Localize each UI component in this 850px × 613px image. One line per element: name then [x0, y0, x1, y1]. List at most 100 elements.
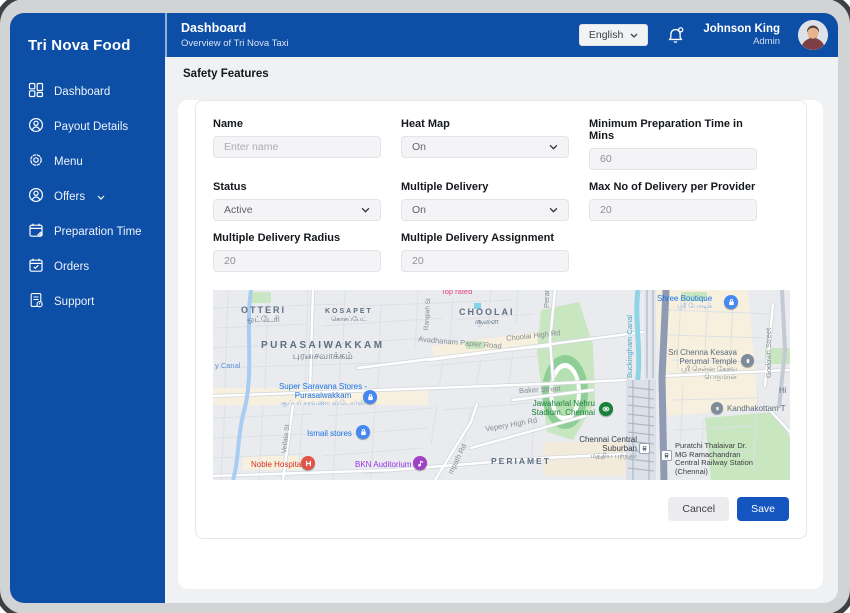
map-road-buckingham-canal: Buckingham Canal	[625, 315, 634, 378]
chevron-down-icon	[97, 191, 105, 203]
sidebar-item-offers[interactable]: Offers	[10, 179, 165, 214]
sidebar-item-payout-details[interactable]: Payout Details	[10, 109, 165, 144]
cancel-button[interactable]: Cancel	[668, 497, 730, 521]
field-heat-map: Heat Map On	[401, 118, 569, 170]
calendar-check-icon	[28, 257, 44, 276]
field-status: Status Active	[213, 181, 381, 221]
map-poi-kandhakottam: Kandhakottam T	[727, 404, 786, 413]
train-marker[interactable]	[661, 450, 672, 461]
sidebar-item-label: Payout Details	[54, 120, 129, 133]
header: Dashboard Overview of Tri Nova Taxi Engl…	[165, 13, 838, 57]
map-poi-central-station: Puratchi Thalaivar Dr. MG Ramachandran C…	[675, 441, 753, 476]
map-poi-shree-boutique: Shree Boutique ஸ்ரீ போடிக்	[657, 294, 713, 311]
chevron-down-icon	[630, 29, 638, 41]
map-road-high-rd: Hi	[779, 386, 787, 395]
heat-map-value: On	[412, 141, 427, 153]
map-area-periamet: PERIAMET	[491, 456, 551, 466]
map-poi-nehru-stadium: Jawaharlal Nehru Stadium, Chennai	[531, 399, 595, 418]
map-area-choolai: CHOOLAI சூளை	[459, 307, 515, 327]
sidebar-item-label: Menu	[54, 155, 83, 168]
header-subtitle: Overview of Tri Nova Taxi	[181, 38, 289, 49]
screenshot: Tri Nova Food Dashboard Payout Details M…	[0, 0, 850, 613]
sidebar-item-label: Orders	[54, 260, 90, 273]
chevron-down-icon	[549, 204, 558, 216]
field-delivery-radius: Multiple Delivery Radius	[213, 232, 381, 272]
shopping-bag-marker[interactable]	[724, 295, 738, 309]
dashboard-grid-icon	[28, 82, 44, 101]
heat-map-label: Heat Map	[401, 118, 450, 130]
language-dropdown[interactable]: English	[578, 24, 649, 46]
sidebar-item-menu[interactable]: Menu	[10, 144, 165, 179]
header-titles: Dashboard Overview of Tri Nova Taxi	[181, 21, 289, 49]
heat-map-select[interactable]: On	[401, 136, 569, 158]
map-area-kosapet: KOSAPET கொசப்பேட்	[325, 308, 373, 324]
train-marker[interactable]	[639, 443, 650, 454]
calendar-edit-icon	[28, 222, 44, 241]
user-name: Johnson King	[703, 22, 780, 35]
map-poi-top-rated: Top rated	[441, 290, 473, 296]
temple-marker[interactable]	[741, 354, 754, 367]
field-max-delivery: Max No of Delivery per Provider	[589, 181, 757, 221]
gear-icon	[28, 152, 44, 171]
save-button[interactable]: Save	[737, 497, 789, 521]
field-name: Name	[213, 118, 381, 170]
map-poi-ismail: Ismail stores	[307, 429, 352, 438]
support-document-icon	[28, 292, 44, 311]
notification-bell-icon[interactable]	[666, 26, 685, 45]
sidebar-item-label: Dashboard	[54, 85, 111, 98]
max-delivery-input[interactable]	[589, 199, 757, 221]
music-marker[interactable]	[413, 456, 427, 470]
map-road-canal: y Canal	[215, 361, 241, 370]
min-prep-time-input[interactable]	[589, 148, 757, 170]
hospital-marker[interactable]	[301, 456, 315, 470]
multiple-delivery-select[interactable]: On	[401, 199, 569, 221]
app-window: Tri Nova Food Dashboard Payout Details M…	[10, 13, 838, 603]
page-title: Safety Features	[183, 68, 269, 80]
map-poi-noble-hospital: Noble Hospital	[251, 460, 304, 469]
form-grid: Name Heat Map On Min	[213, 118, 789, 272]
delivery-assignment-label: Multiple Delivery Assignment	[401, 232, 555, 244]
person-circle-icon	[28, 187, 44, 206]
map[interactable]: OTTERI ஒட்டேரி KOSAPET கொசப்பேட் PURASAIWA…	[213, 290, 790, 480]
header-title: Dashboard	[181, 21, 247, 35]
safety-features-card: Name Heat Map On Min	[195, 100, 807, 539]
field-min-prep-time: Minimum Preparation Time in Mins	[589, 118, 757, 170]
delivery-radius-input[interactable]	[213, 250, 381, 272]
stadium-marker[interactable]	[599, 402, 613, 416]
map-poi-central-suburban: Chennai Central Suburban மத்திய புறநகர்	[579, 435, 637, 461]
shopping-bag-marker[interactable]	[356, 425, 370, 439]
multiple-delivery-value: On	[412, 204, 427, 216]
map-poi-bkn-auditorium: BKN Auditorium	[355, 460, 412, 469]
map-area-purasaiwakkam: PURASAIWAKKAM புரசைவாக்கம்	[261, 340, 385, 362]
max-delivery-label: Max No of Delivery per Provider	[589, 181, 756, 193]
sidebar-item-orders[interactable]: Orders	[10, 249, 165, 284]
grid-spacer	[589, 232, 757, 272]
status-select[interactable]: Active	[213, 199, 381, 221]
map-road-perambur: Perambur B	[542, 290, 552, 308]
sidebar-item-label: Preparation Time	[54, 225, 142, 238]
avatar[interactable]	[798, 20, 828, 50]
map-poi-perumal-temple: Sri Chenna Kesava Perumal Temple ஸ்ரீ சென…	[668, 348, 737, 382]
delivery-assignment-input[interactable]	[401, 250, 569, 272]
content-panel: Name Heat Map On Min	[178, 100, 823, 589]
card-actions: Cancel Save	[213, 497, 789, 521]
status-value: Active	[224, 204, 253, 216]
map-poi-saravana: Super Saravana Stores - Purasaiwakkam சூப…	[278, 382, 368, 408]
chevron-down-icon	[361, 204, 370, 216]
name-input[interactable]	[213, 136, 381, 158]
content-area: Safety Features Name Heat Map On	[165, 57, 838, 603]
person-circle-icon	[28, 117, 44, 136]
header-right: English Johnson King Admin	[578, 20, 828, 50]
sidebar-item-label: Support	[54, 295, 95, 308]
sidebar-item-label: Offers	[54, 190, 86, 203]
status-label: Status	[213, 181, 247, 193]
brand-logo: Tri Nova Food	[28, 37, 131, 54]
sidebar-item-dashboard[interactable]: Dashboard	[10, 74, 165, 109]
sidebar-item-support[interactable]: Support	[10, 284, 165, 319]
shopping-bag-marker[interactable]	[363, 390, 377, 404]
field-delivery-assignment: Multiple Delivery Assignment	[401, 232, 569, 272]
map-road-godown: Godown Street	[764, 327, 773, 378]
sidebar-item-preparation-time[interactable]: Preparation Time	[10, 214, 165, 249]
kandhakottam-marker[interactable]	[711, 402, 723, 414]
delivery-radius-label: Multiple Delivery Radius	[213, 232, 341, 244]
